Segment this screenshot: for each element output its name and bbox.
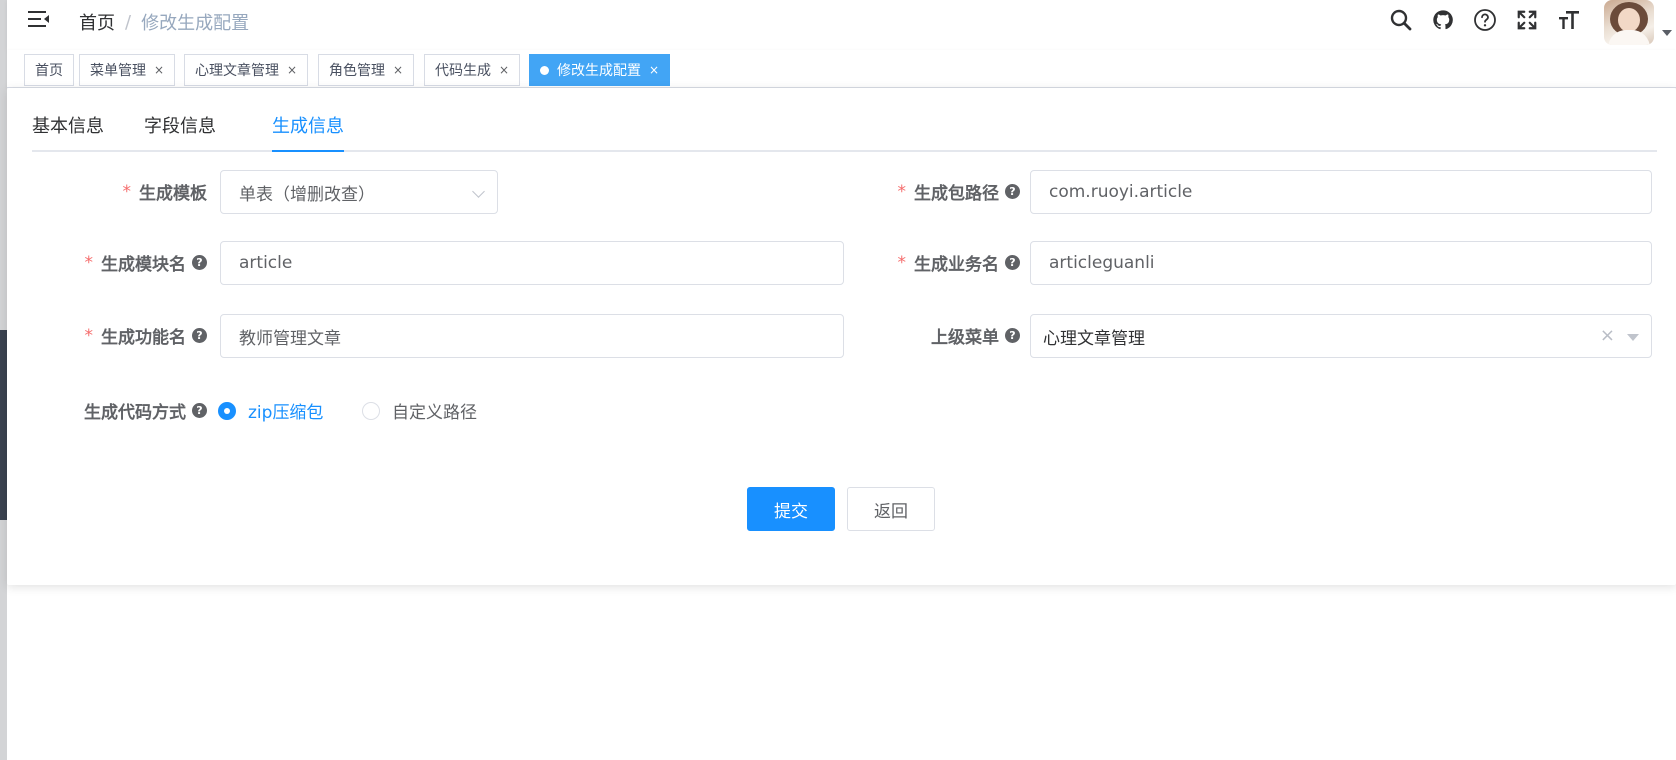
caret-down-icon[interactable]: [1627, 334, 1639, 341]
main-card: 基本信息 字段信息 生成信息 * 生成模板 单表（增删改查） * 生成包路径 ?…: [7, 88, 1676, 585]
help-icon[interactable]: ?: [1005, 255, 1020, 270]
label-text: 生成业务名: [914, 255, 999, 275]
tab-basic-info[interactable]: 基本信息: [32, 112, 104, 152]
tpl-category-select[interactable]: 单表（增删改查）: [220, 170, 498, 214]
question-icon[interactable]: [1464, 0, 1506, 40]
tag-label: 菜单管理: [90, 63, 146, 79]
tab-field-info[interactable]: 字段信息: [144, 112, 216, 152]
help-icon[interactable]: ?: [1005, 328, 1020, 343]
sidebar-edge-dark: [0, 330, 7, 520]
tag-menu-management[interactable]: 菜单管理 ×: [79, 54, 176, 86]
tag-label: 心理文章管理: [195, 63, 279, 79]
breadcrumb-home[interactable]: 首页: [79, 9, 115, 35]
tags-view: 首页 菜单管理 × 心理文章管理 × 角色管理 × 代码生成 × 修改生成配置 …: [7, 50, 1676, 88]
avatar-dropdown[interactable]: [1596, 0, 1676, 50]
search-icon[interactable]: [1380, 0, 1422, 40]
avatar[interactable]: [1604, 0, 1654, 45]
active-dot-icon: [540, 65, 549, 75]
radio-custom-path[interactable]: 自定义路径: [362, 398, 477, 423]
tag-label: 修改生成配置: [557, 63, 641, 79]
fullscreen-icon[interactable]: [1506, 0, 1548, 40]
label-business-name: * 生成业务名 ?: [807, 250, 1020, 275]
right-menu: [1380, 0, 1676, 50]
required-mark: *: [84, 252, 94, 273]
breadcrumb-current: 修改生成配置: [141, 13, 250, 34]
font-size-icon[interactable]: [1548, 0, 1590, 40]
radio-zip[interactable]: zip压缩包: [218, 398, 323, 423]
label-package-name: * 生成包路径 ?: [807, 179, 1020, 204]
radio-label: zip压缩包: [248, 403, 324, 423]
caret-down-icon[interactable]: [1662, 30, 1672, 36]
input-value: article: [239, 253, 293, 273]
close-icon[interactable]: ×: [499, 63, 509, 77]
tag-psych-article-management[interactable]: 心理文章管理 ×: [184, 54, 309, 86]
parent-menu-treeselect[interactable]: 心理文章管理 ×: [1030, 314, 1652, 358]
help-icon[interactable]: ?: [1005, 184, 1020, 199]
active-tab-indicator: [272, 150, 344, 152]
help-icon[interactable]: ?: [192, 255, 207, 270]
select-value: 心理文章管理: [1043, 328, 1145, 349]
input-value: articleguanli: [1049, 253, 1155, 273]
function-name-input[interactable]: 教师管理文章: [220, 314, 844, 358]
tabs: 基本信息 字段信息 生成信息: [32, 112, 1657, 152]
tag-edit-gen-config[interactable]: 修改生成配置 ×: [529, 54, 671, 86]
required-mark: *: [122, 181, 132, 202]
input-value: com.ruoyi.article: [1049, 182, 1193, 202]
label-function-name: * 生成功能名 ?: [47, 323, 207, 348]
business-name-input[interactable]: articleguanli: [1030, 241, 1652, 285]
label-text: 生成模板: [139, 184, 207, 204]
required-mark: *: [897, 252, 907, 273]
required-mark: *: [84, 325, 94, 346]
back-button[interactable]: 返回: [847, 487, 935, 531]
tag-role-management[interactable]: 角色管理 ×: [318, 54, 415, 86]
tag-label: 首页: [35, 63, 63, 79]
close-icon[interactable]: ×: [154, 63, 164, 77]
select-value: 单表（增删改查）: [239, 184, 375, 205]
chevron-down-icon: [472, 185, 485, 198]
help-icon[interactable]: ?: [192, 328, 207, 343]
label-gen-type: 生成代码方式 ?: [47, 398, 207, 423]
label-text: 生成代码方式: [84, 403, 186, 423]
hamburger-icon[interactable]: [27, 8, 51, 30]
label-text: 生成模块名: [101, 255, 186, 275]
tag-label: 代码生成: [435, 63, 491, 79]
label-text: 上级菜单: [931, 328, 999, 348]
tag-code-generation[interactable]: 代码生成 ×: [424, 54, 521, 86]
label-module-name: * 生成模块名 ?: [47, 250, 207, 275]
input-value: 教师管理文章: [239, 328, 341, 349]
navbar: 首页 / 修改生成配置: [7, 0, 1676, 50]
label-tpl-category: * 生成模板: [47, 179, 208, 205]
package-name-input[interactable]: com.ruoyi.article: [1030, 170, 1652, 214]
radio-label: 自定义路径: [392, 403, 477, 423]
close-icon[interactable]: ×: [649, 63, 659, 77]
close-icon[interactable]: ×: [287, 63, 297, 77]
tag-home[interactable]: 首页: [24, 54, 74, 86]
help-icon[interactable]: ?: [192, 403, 207, 418]
breadcrumb-separator: /: [125, 11, 132, 33]
tag-label: 角色管理: [329, 63, 385, 79]
radio-circle[interactable]: [218, 401, 236, 420]
label-text: 生成包路径: [914, 184, 999, 204]
label-text: 生成功能名: [101, 328, 186, 348]
clear-icon[interactable]: ×: [1600, 325, 1615, 346]
breadcrumb: 首页 / 修改生成配置: [79, 9, 249, 35]
module-name-input[interactable]: article: [220, 241, 844, 285]
sidebar-edge: [0, 0, 7, 760]
label-parent-menu: 上级菜单 ?: [807, 323, 1020, 348]
tab-generate-info[interactable]: 生成信息: [272, 112, 344, 152]
close-icon[interactable]: ×: [393, 63, 403, 77]
radio-circle[interactable]: [362, 401, 380, 420]
submit-button[interactable]: 提交: [747, 487, 835, 531]
github-icon[interactable]: [1422, 0, 1464, 40]
required-mark: *: [897, 181, 907, 202]
